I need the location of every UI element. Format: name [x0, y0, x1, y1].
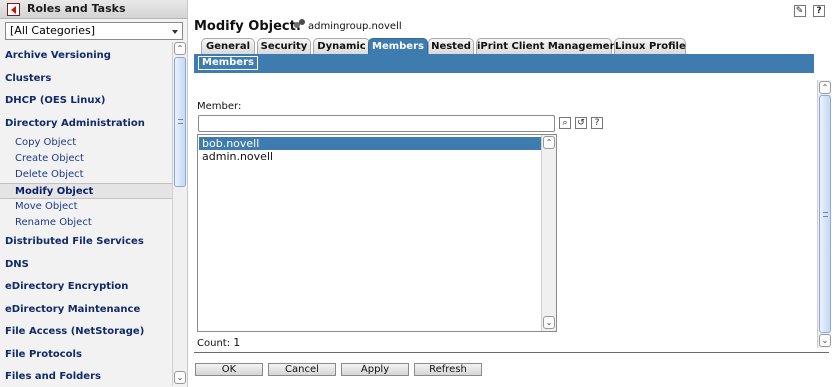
- refresh-button[interactable]: Refresh: [414, 363, 482, 376]
- category-file-protocols[interactable]: File Protocols: [0, 344, 172, 367]
- category-archive-versioning[interactable]: Archive Versioning: [0, 45, 172, 68]
- task-create-object[interactable]: Create Object: [0, 151, 172, 167]
- ok-button[interactable]: OK: [195, 363, 263, 376]
- object-selector-icon[interactable]: ⌕: [559, 117, 571, 129]
- task-rename-object[interactable]: Rename Object: [0, 215, 172, 231]
- task-move-object[interactable]: Move Object: [0, 199, 172, 215]
- apply-button[interactable]: Apply: [341, 363, 409, 376]
- help-icon[interactable]: ?: [591, 117, 603, 129]
- scroll-down-icon[interactable]: ⌄: [543, 316, 555, 329]
- section-members-label[interactable]: Members: [198, 56, 258, 70]
- object-name: admingroup.novell: [294, 19, 402, 32]
- count-value: 1: [233, 336, 241, 349]
- edit-icon[interactable]: ✎: [793, 5, 806, 17]
- task-list: Archive Versioning Clusters DHCP (OES Li…: [0, 45, 172, 387]
- member-input[interactable]: [198, 115, 555, 132]
- group-icon: [294, 19, 306, 30]
- scroll-down-icon[interactable]: ⌄: [819, 334, 831, 347]
- category-files-and-folders[interactable]: Files and Folders: [0, 366, 172, 387]
- member-count: Count: 1: [197, 336, 240, 349]
- roles-and-tasks-header[interactable]: Roles and Tasks: [0, 0, 187, 19]
- category-distributed-file-services[interactable]: Distributed File Services: [0, 231, 172, 254]
- scroll-up-icon[interactable]: ⌃: [174, 42, 186, 55]
- help-icon[interactable]: ?: [813, 5, 825, 17]
- modify-object-pane: ✎ ? Modify Object: admingroup.novell Gen…: [189, 0, 836, 387]
- tab-nested[interactable]: Nested: [428, 38, 474, 55]
- task-delete-object[interactable]: Delete Object: [0, 167, 172, 183]
- task-modify-object[interactable]: Modify Object: [0, 183, 172, 199]
- count-label: Count:: [197, 338, 231, 349]
- top-icons: ✎ ?: [790, 3, 825, 17]
- category-file-access[interactable]: File Access (NetStorage): [0, 321, 172, 344]
- tab-linux-profile[interactable]: Linux Profile: [614, 38, 686, 55]
- scroll-thumb[interactable]: [174, 57, 186, 187]
- roles-tasks-icon[interactable]: [7, 3, 20, 16]
- category-dhcp[interactable]: DHCP (OES Linux): [0, 90, 172, 113]
- member-label: Member:: [197, 101, 242, 112]
- task-copy-object[interactable]: Copy Object: [0, 135, 172, 151]
- tab-dynamic[interactable]: Dynamic: [313, 38, 370, 55]
- category-select[interactable]: [All Categories]: [5, 22, 183, 40]
- task-list-scrollbar[interactable]: ⌃ ⌄: [172, 42, 187, 386]
- scroll-up-icon[interactable]: ⌃: [543, 136, 555, 149]
- roles-tasks-title: Roles and Tasks: [27, 2, 126, 15]
- category-directory-administration[interactable]: Directory Administration: [0, 113, 172, 136]
- tab-security[interactable]: Security: [257, 38, 311, 55]
- members-listbox[interactable]: bob.novell admin.novell ⌃ ⌄: [197, 134, 557, 332]
- category-clusters[interactable]: Clusters: [0, 68, 172, 91]
- scroll-up-icon[interactable]: ⌃: [819, 81, 831, 94]
- object-name-text: admingroup.novell: [308, 21, 402, 32]
- roles-and-tasks-pane: Roles and Tasks [All Categories] Archive…: [0, 0, 188, 387]
- history-icon[interactable]: ↺: [575, 117, 587, 129]
- button-divider: [194, 352, 829, 353]
- category-edirectory-maintenance[interactable]: eDirectory Maintenance: [0, 299, 172, 322]
- form-scrollbar[interactable]: ⌃ ⌄: [817, 80, 831, 348]
- scroll-down-icon[interactable]: ⌄: [174, 371, 186, 384]
- tab-general[interactable]: General: [201, 38, 255, 55]
- chevron-down-icon: [172, 30, 178, 34]
- imanager-window: Roles and Tasks [All Categories] Archive…: [0, 0, 836, 387]
- category-edirectory-encryption[interactable]: eDirectory Encryption: [0, 276, 172, 299]
- category-dns[interactable]: DNS: [0, 254, 172, 277]
- members-scrollbar[interactable]: ⌃ ⌄: [541, 135, 556, 331]
- scroll-thumb[interactable]: [819, 95, 831, 333]
- section-bar: Members: [194, 54, 814, 73]
- tab-iprint-client-management[interactable]: iPrint Client Management: [476, 38, 621, 55]
- tab-members[interactable]: Members: [368, 38, 428, 55]
- cancel-button[interactable]: Cancel: [268, 363, 336, 376]
- page-title: Modify Object:: [194, 19, 302, 34]
- list-item[interactable]: bob.novell: [199, 137, 541, 150]
- category-select-value: [All Categories]: [10, 24, 96, 37]
- list-item[interactable]: admin.novell: [199, 150, 541, 163]
